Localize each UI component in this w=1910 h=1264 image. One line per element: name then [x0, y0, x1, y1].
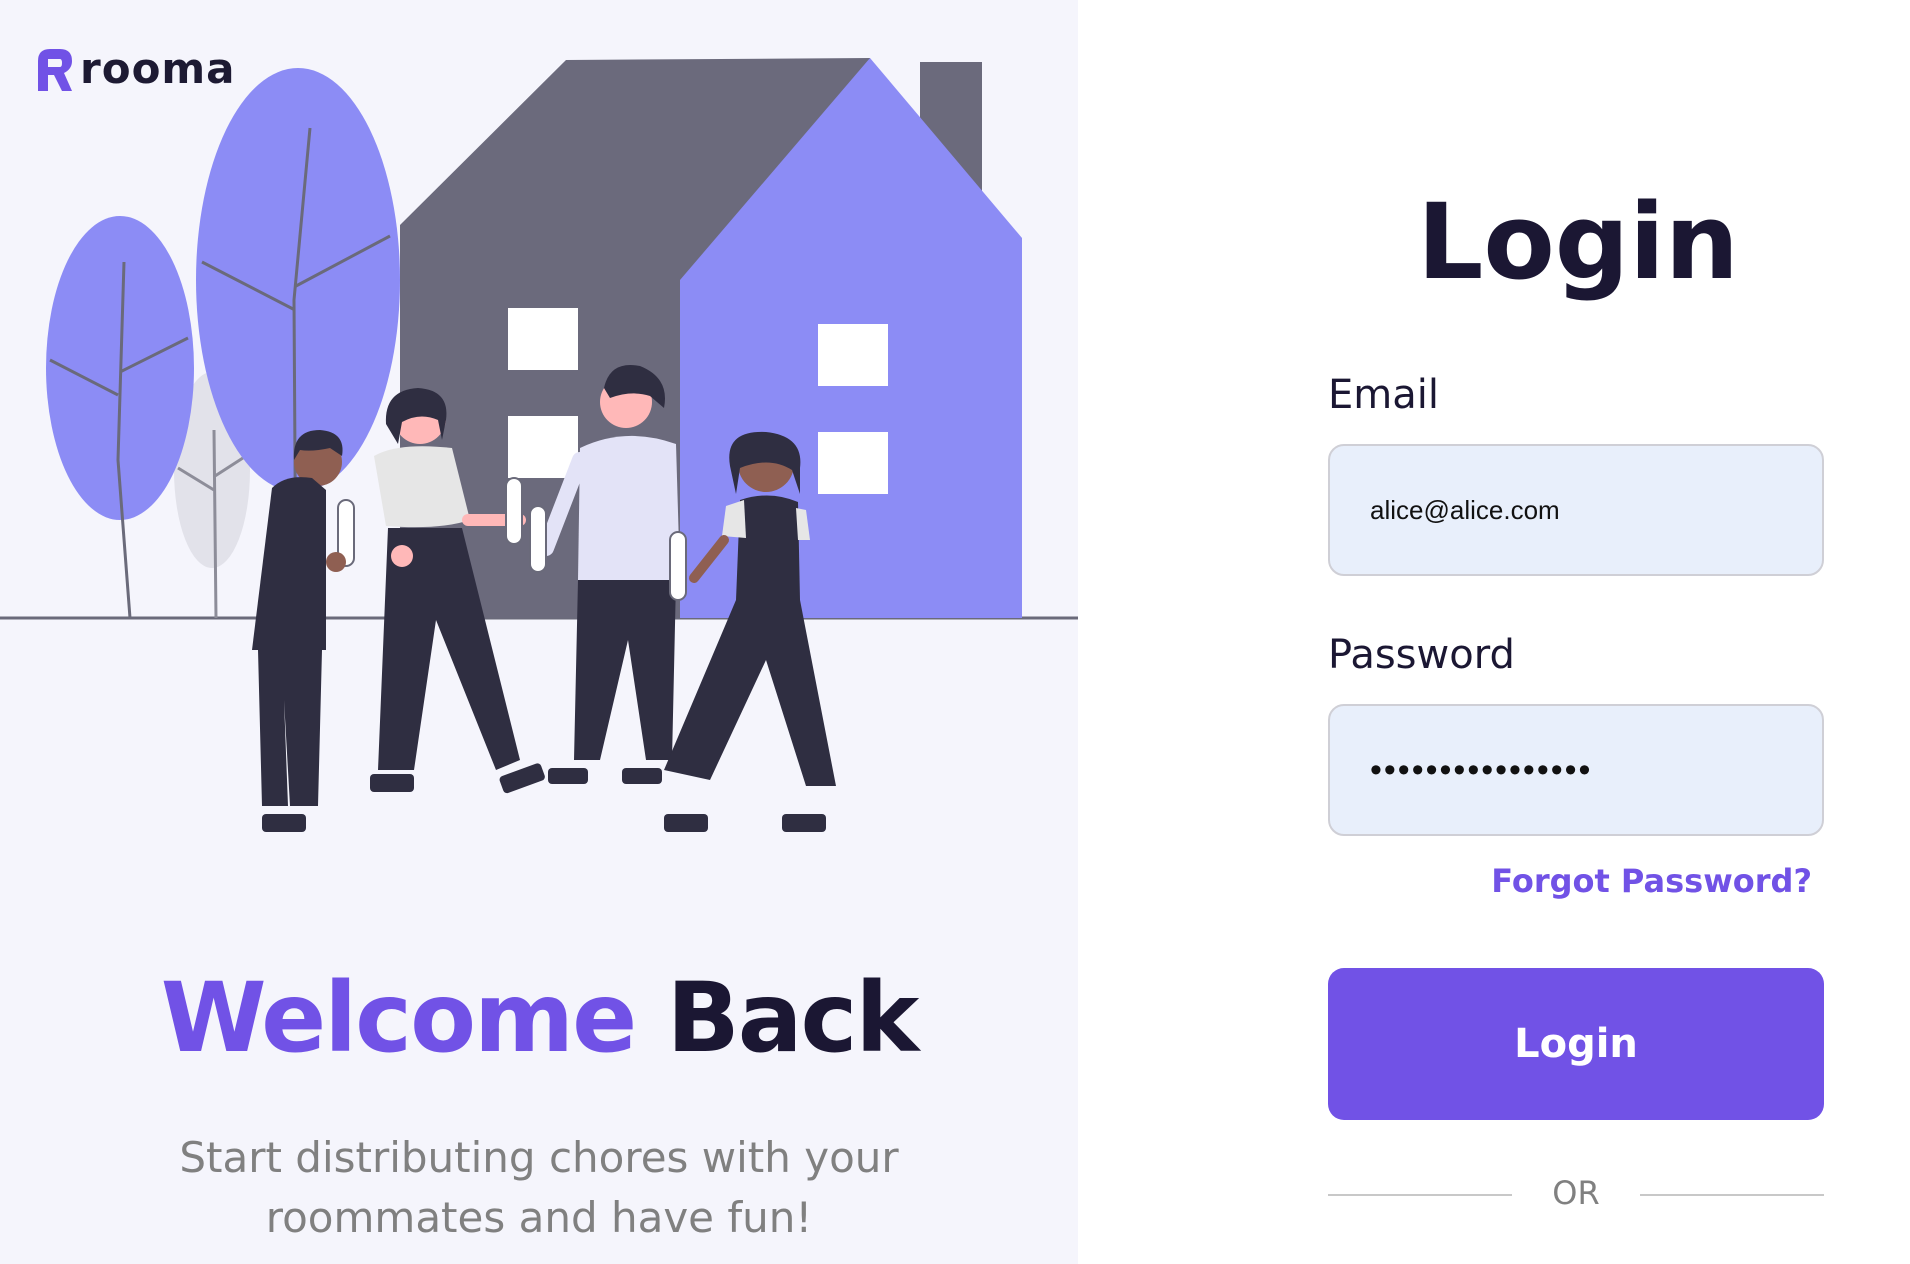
email-input[interactable]	[1328, 444, 1824, 576]
email-label: Email	[1328, 372, 1439, 418]
welcome-subtitle: Start distributing chores with your room…	[179, 1133, 899, 1242]
forgot-password-link[interactable]: Forgot Password?	[1328, 862, 1812, 900]
welcome-heading: Welcome Back	[0, 970, 1078, 1066]
password-input[interactable]	[1328, 704, 1824, 836]
rooma-logo-icon	[38, 48, 72, 91]
divider-left	[1328, 1194, 1512, 1196]
login-page: rooma Welcome Back Start distributing ch…	[0, 0, 1910, 1264]
welcome-heading-accent: Welcome	[160, 962, 637, 1074]
divider-right	[1640, 1194, 1824, 1196]
logo-wordmark: rooma	[80, 44, 236, 93]
or-separator: OR	[1552, 1174, 1600, 1212]
login-panel: Login Email Password Forgot Password? Lo…	[1078, 0, 1910, 1264]
login-button[interactable]: Login	[1328, 968, 1824, 1120]
password-label: Password	[1328, 632, 1515, 678]
login-title: Login	[1417, 181, 1739, 303]
roommates-illustration	[0, 58, 1078, 832]
welcome-heading-dark: Back	[666, 962, 920, 1074]
rooma-logo[interactable]: rooma	[34, 44, 236, 93]
